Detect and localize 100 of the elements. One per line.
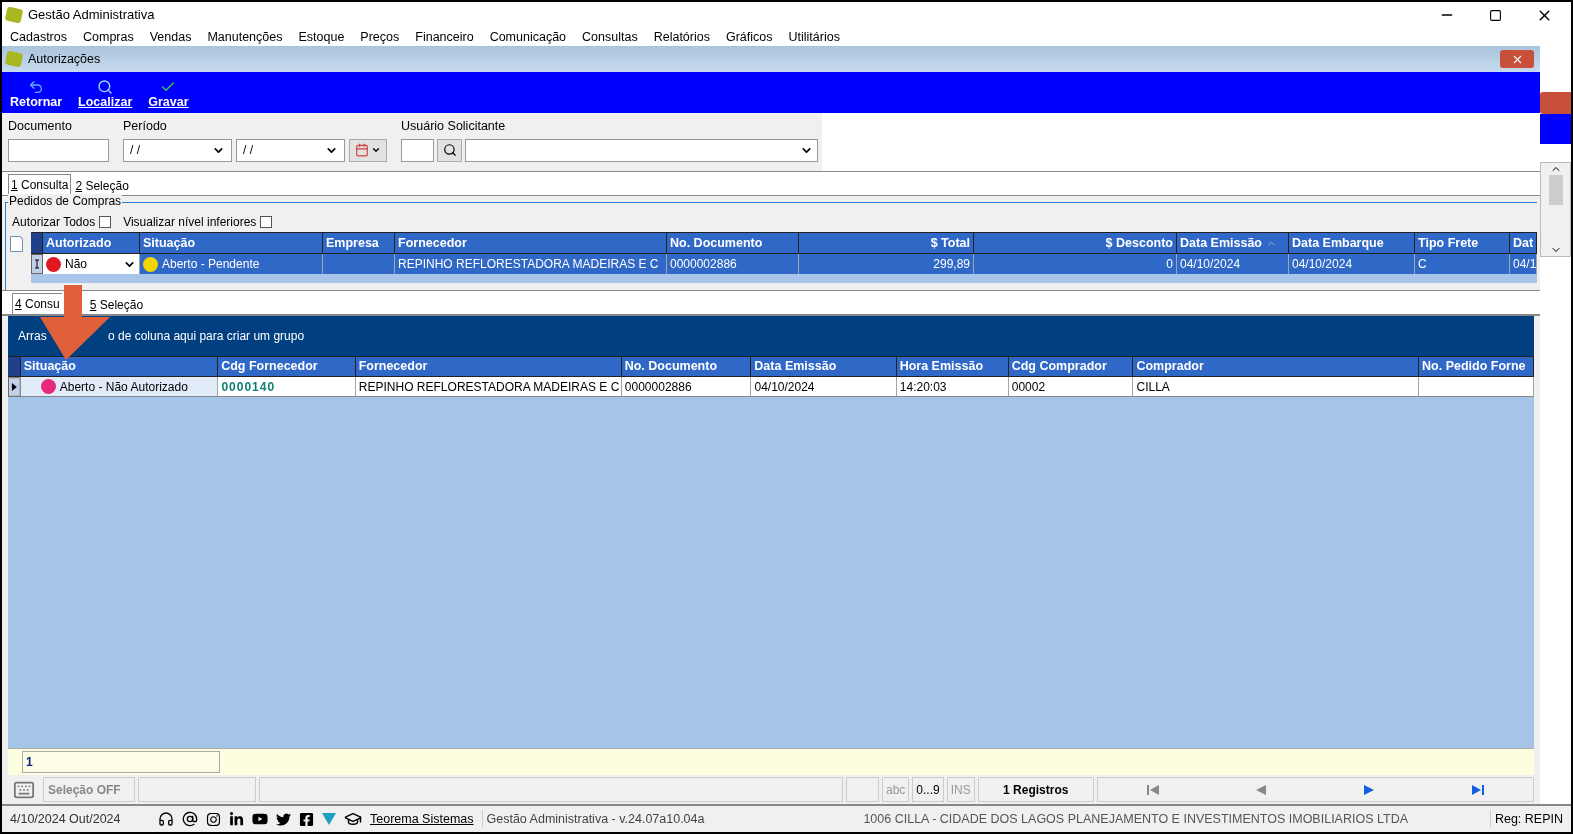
column-header[interactable]: Situação — [140, 233, 323, 253]
column-header[interactable]: $ Total — [799, 233, 974, 253]
linkedin-icon[interactable] — [229, 811, 244, 827]
column-header[interactable]: Dat — [1510, 233, 1537, 253]
column-header[interactable]: Fornecedor — [395, 233, 667, 253]
facebook-icon[interactable] — [299, 811, 314, 827]
at-sign-icon[interactable] — [182, 811, 198, 827]
previous-record-icon[interactable] — [1256, 784, 1267, 795]
first-record-icon[interactable] — [1146, 784, 1159, 795]
table-row[interactable]: Aberto - Não Autorizado 0000140 REPINHO REFLORESTADORA MADEIRAS E C 0000002886 04/10/2024 14:20:03 00002 CILLA — [8, 377, 1534, 397]
scrollbar[interactable] — [1540, 162, 1571, 257]
window-title: Gestão Administrativa — [28, 6, 155, 25]
table-cell-text: C — [1418, 256, 1427, 273]
menu-item[interactable]: Financeiro — [415, 27, 474, 47]
menu-item[interactable]: Gráficos — [725, 27, 773, 47]
column-header[interactable]: Comprador — [1133, 357, 1420, 376]
menu-item[interactable]: Consultas — [582, 27, 638, 47]
table-cell-text: CILLA — [1136, 378, 1170, 396]
hint-text: o de coluna aqui para criar um grupo — [108, 328, 305, 345]
tab[interactable]: 5 Seleção — [87, 296, 146, 314]
table-cell-text: 0 — [1166, 256, 1173, 273]
menu-item[interactable]: Utilitários — [788, 27, 840, 47]
group-title: Pedidos de Compras — [8, 194, 123, 208]
field-label: Documento — [8, 118, 73, 135]
calendar-button[interactable] — [349, 138, 387, 162]
window-title: Autorizações — [28, 50, 101, 68]
table-cell-text: Não — [65, 256, 88, 273]
column-header[interactable]: Data Emissão — [751, 357, 897, 376]
table-cell-text: 0000002886 — [624, 378, 692, 396]
status-text: INS — [946, 777, 975, 802]
column-header[interactable]: $ Desconto — [974, 233, 1177, 253]
document-field[interactable] — [8, 138, 109, 162]
close-button[interactable] — [1500, 50, 1534, 68]
checkbox-label: Visualizar nível inferiores — [123, 214, 257, 231]
table-row[interactable]: Não Aberto - Pendente REPINHO REFLORESTADORA MADEIRAS E C 0000002886 299,89 0 04/10/2024 04/10/2024 C 04/1 — [31, 254, 1537, 274]
menu-item[interactable]: Preços — [360, 27, 400, 47]
instagram-icon[interactable] — [206, 811, 221, 827]
status-panel — [846, 777, 879, 802]
menu-item[interactable]: Cadastros — [10, 27, 67, 47]
search-icon — [442, 143, 457, 158]
date-field[interactable]: / / — [236, 138, 345, 162]
tab[interactable]: 2 Seleção — [73, 177, 131, 195]
toolbar-button[interactable]: Localizar — [78, 79, 133, 110]
table-cell-text: 299,89 — [933, 256, 970, 273]
column-header[interactable]: Autorizado — [43, 233, 140, 253]
column-header[interactable]: Tipo Frete — [1415, 233, 1510, 253]
table-cell-text: REPINHO REFLORESTADORA MADEIRAS E C — [398, 256, 659, 273]
column-header[interactable]: Empresa — [323, 233, 395, 253]
toolbar-button[interactable]: Gravar — [148, 79, 189, 110]
column-header[interactable]: Cdg Fornecedor — [218, 357, 356, 376]
next-record-icon[interactable] — [1364, 784, 1375, 795]
date-field[interactable]: / / — [123, 138, 232, 162]
headset-icon[interactable] — [158, 811, 174, 827]
tab[interactable]: 4 Consu — [12, 293, 62, 314]
column-header[interactable]: No. Pedido Forne — [1419, 357, 1534, 376]
menu-item[interactable]: Estoque — [298, 27, 345, 47]
table-cell-text: 04/10/2024 — [1292, 256, 1353, 273]
company-text: 1006 CILLA - CIDADE DOS LAGOS PLANEJAMENTO E INVESTIMENTOS IMOBILIARIOS LTDA — [862, 810, 1409, 828]
menu-item[interactable]: Comunicação — [489, 27, 567, 47]
search-icon — [97, 79, 114, 95]
user-code-field[interactable] — [401, 138, 434, 162]
column-header[interactable]: No. Documento — [621, 357, 752, 376]
table-cell-text: 04/10/2024 — [1180, 256, 1241, 273]
tab[interactable]: 1 Consulta — [8, 174, 72, 195]
menu-item[interactable]: Manutenções — [207, 27, 283, 47]
window-icon — [4, 50, 24, 68]
table-cell-text: 0000002886 — [670, 256, 737, 273]
menu-item[interactable]: Relatórios — [653, 27, 710, 47]
toolbar-button[interactable]: Retornar — [10, 79, 63, 110]
app-logo-icon — [4, 6, 24, 24]
last-record-icon[interactable] — [1472, 784, 1485, 795]
column-header[interactable]: Fornecedor — [355, 357, 622, 376]
table-cell-text: 00002 — [1011, 378, 1046, 396]
table-cell-text: REPINHO REFLORESTADORA MADEIRAS E C — [358, 378, 620, 396]
graduation-cap-icon[interactable] — [344, 810, 362, 828]
status-text: abc — [882, 777, 910, 802]
website-link[interactable]: Teorema Sistemas — [370, 809, 474, 829]
row-pointer-icon — [8, 377, 21, 397]
status-date: 4/10/2024 Out/2024 — [10, 810, 122, 828]
record-count: 1 Registros — [977, 777, 1094, 802]
column-header[interactable]: Data Emissão — [1177, 233, 1289, 253]
checkbox[interactable] — [260, 216, 273, 228]
column-header[interactable]: No. Documento — [667, 233, 799, 253]
column-header[interactable]: Cdg Comprador — [1008, 357, 1134, 376]
youtube-icon[interactable] — [252, 811, 268, 827]
filter-field[interactable]: 1 — [22, 751, 220, 773]
maximize-icon[interactable] — [1489, 8, 1502, 22]
search-button[interactable] — [437, 138, 462, 162]
undo-icon — [28, 79, 45, 95]
row-indicator-icon — [31, 254, 43, 274]
table-cell-text: Aberto - Pendente — [162, 256, 260, 273]
column-header[interactable]: Data Embarque — [1289, 233, 1415, 253]
scrollbar-thumb[interactable] — [1548, 175, 1563, 205]
twitter-icon[interactable] — [276, 811, 291, 827]
menu-item[interactable]: Vendas — [149, 27, 192, 47]
checkbox[interactable] — [99, 216, 112, 228]
menu-item[interactable]: Compras — [83, 27, 134, 47]
field-label: Período — [123, 118, 168, 135]
document-icon — [10, 236, 23, 252]
column-header[interactable]: Hora Emissão — [896, 357, 1009, 376]
